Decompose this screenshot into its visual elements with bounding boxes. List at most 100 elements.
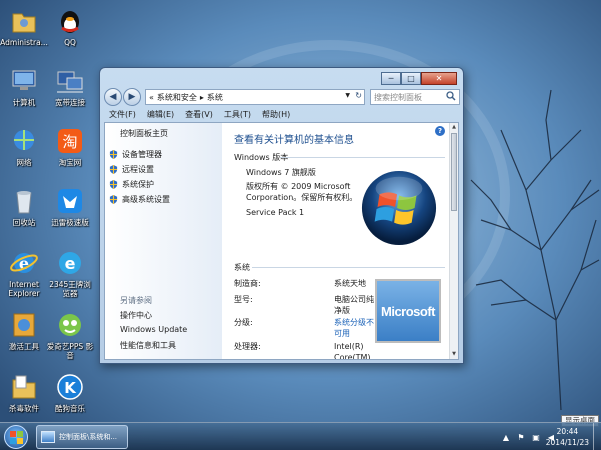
windows-start-icon xyxy=(10,431,23,444)
desktop-icon-antivirus[interactable]: 杀毒软件 xyxy=(0,372,50,413)
task-system-protection[interactable]: 系统保护 xyxy=(109,179,154,190)
menu-help[interactable]: 帮助(H) xyxy=(262,108,290,122)
desktop-icon-network[interactable]: 网络 xyxy=(0,126,50,167)
minimize-button[interactable]: ─ xyxy=(381,72,401,85)
desktop-icon-2345-browser[interactable]: e 2345王牌浏 览器 xyxy=(44,248,96,298)
see-also-performance[interactable]: 性能信息和工具 xyxy=(120,340,176,351)
task-label: 设备管理器 xyxy=(122,150,162,159)
user-folder-icon xyxy=(12,13,36,33)
divider xyxy=(252,267,445,268)
see-also-action-center[interactable]: 操作中心 xyxy=(120,310,152,321)
desktop-icon-activation-tool[interactable]: 激活工具 xyxy=(0,310,50,351)
shield-icon xyxy=(109,180,118,189)
desktop-icon-recycle-bin[interactable]: 回收站 xyxy=(0,186,50,227)
svg-text:e: e xyxy=(65,254,76,273)
flag-icon[interactable]: ⚑ xyxy=(516,432,526,442)
menu-tools[interactable]: 工具(T) xyxy=(224,108,251,122)
menu-view[interactable]: 查看(V) xyxy=(185,108,213,122)
network-icon xyxy=(14,130,34,150)
desktop-icon-xunlei[interactable]: 迅雷极速版 xyxy=(44,186,96,227)
model-label: 型号: xyxy=(234,295,253,304)
show-desktop-button[interactable] xyxy=(593,423,601,450)
help-icon[interactable]: ? xyxy=(435,126,445,136)
tray-expand-icon[interactable]: ▲ xyxy=(501,432,511,442)
task-remote-settings[interactable]: 远程设置 xyxy=(109,164,154,175)
system-section-heading: 系统 xyxy=(234,263,250,272)
desktop-icon-label: 计算机 xyxy=(12,98,36,107)
copyright-text: 版权所有 © 2009 Microsoft Corporation。保留所有权利… xyxy=(246,182,358,202)
task-label: 系统保护 xyxy=(122,180,154,189)
qq-penguin-icon xyxy=(61,11,79,33)
control-panel-icon xyxy=(41,431,55,443)
rating-link[interactable]: 系统分级不 可用 xyxy=(334,317,374,339)
menu-edit[interactable]: 编辑(E) xyxy=(147,108,174,122)
desktop-icon-label: 激活工具 xyxy=(9,342,39,351)
scroll-down-icon[interactable]: ▼ xyxy=(450,350,458,359)
task-advanced-settings[interactable]: 高级系统设置 xyxy=(109,194,170,205)
breadcrumb-system[interactable]: 系统 xyxy=(207,92,223,103)
desktop-icon-internet-explorer[interactable]: e Internet Explorer xyxy=(0,248,50,298)
menu-file[interactable]: 文件(F) xyxy=(109,108,136,122)
clock[interactable]: 20:44 2014/11/23 xyxy=(546,426,589,448)
recycle-bin-icon xyxy=(16,191,32,214)
desktop-icon-administrator[interactable]: Administra... xyxy=(0,6,50,47)
refresh-icon[interactable]: ↻ xyxy=(355,91,362,100)
desktop-icon-label: 杀毒软件 xyxy=(9,404,39,413)
system-window: ─ □ ✕ ◀ ▶ « 系统和安全 ▸ 系统 ▼ ↻ 搜索控制面板 文件(F) … xyxy=(99,67,464,364)
desktop-icon-qq[interactable]: QQ xyxy=(44,6,96,47)
desktop-icon-label: 淘宝网 xyxy=(58,158,82,167)
desktop-icon-label: 回收站 xyxy=(12,218,36,227)
see-also-windows-update[interactable]: Windows Update xyxy=(120,325,187,334)
processor-label: 处理器: xyxy=(234,342,261,351)
start-button[interactable] xyxy=(4,425,28,449)
oem-logo-text: Microsoft xyxy=(381,303,436,319)
scroll-thumb[interactable] xyxy=(451,133,457,211)
task-label: 远程设置 xyxy=(122,165,154,174)
vertical-scrollbar[interactable]: ▲ ▼ xyxy=(449,123,458,359)
shield-icon xyxy=(109,195,118,204)
shield-icon xyxy=(109,150,118,159)
processor-value: Intel(R) Core(TM) xyxy=(334,342,371,360)
desktop-icon-label: 酷狗音乐 xyxy=(55,404,85,413)
back-button[interactable]: ◀ xyxy=(104,88,122,106)
desktop-icon-broadband[interactable]: 宽带连接 xyxy=(44,66,96,107)
address-dropdown-icon[interactable]: ▼ xyxy=(345,92,350,99)
desktop-icon-computer[interactable]: 计算机 xyxy=(0,66,50,107)
caption-buttons: ─ □ ✕ xyxy=(381,72,457,85)
breadcrumb-separator-icon[interactable]: ▸ xyxy=(200,93,204,102)
desktop-icon-label: Internet Explorer xyxy=(8,280,40,298)
windows-edition: Windows 7 旗舰版 xyxy=(246,168,316,177)
oem-logo: Microsoft xyxy=(375,279,441,343)
broadband-connection-icon xyxy=(57,71,83,93)
computer-icon xyxy=(12,70,36,90)
main-pane: ? 查看有关计算机的基本信息 Windows 版本 Windows 7 旗舰版 … xyxy=(222,123,449,359)
antivirus-folder-icon xyxy=(12,375,36,399)
close-button[interactable]: ✕ xyxy=(421,72,457,85)
address-overflow-icon[interactable]: « xyxy=(149,93,154,102)
desktop-icon-iqiyi-pps[interactable]: 爱奇艺PPS 影 音 xyxy=(44,310,96,360)
breadcrumb-system-security[interactable]: 系统和安全 xyxy=(157,92,197,103)
browser-2345-icon: e xyxy=(59,252,81,274)
control-panel-home-link[interactable]: 控制面板主页 xyxy=(120,128,168,139)
search-input[interactable]: 搜索控制面板 xyxy=(370,89,460,105)
forward-button[interactable]: ▶ xyxy=(123,88,141,106)
navigation-bar: ◀ ▶ « 系统和安全 ▸ 系统 ▼ ↻ 搜索控制面板 xyxy=(104,86,460,108)
page-title: 查看有关计算机的基本信息 xyxy=(234,135,354,146)
rating-label: 分级: xyxy=(234,318,253,327)
clock-time: 20:44 xyxy=(556,427,579,436)
desktop-icon-label: 迅雷极速版 xyxy=(51,218,89,227)
task-device-manager[interactable]: 设备管理器 xyxy=(109,149,162,160)
address-bar[interactable]: « 系统和安全 ▸ 系统 ▼ ↻ xyxy=(145,89,365,105)
desktop-icon-label: 宽带连接 xyxy=(55,98,85,107)
scroll-up-icon[interactable]: ▲ xyxy=(450,123,458,132)
see-also-heading: 另请参阅 xyxy=(120,296,152,305)
search-icon[interactable] xyxy=(446,91,456,101)
taskbar-item-control-panel[interactable]: 控制面板\系统和... xyxy=(36,425,128,449)
windows-logo-icon xyxy=(361,170,437,246)
network-tray-icon[interactable]: ▣ xyxy=(531,432,541,442)
desktop-icon-taobao[interactable]: 淘 淘宝网 xyxy=(44,126,96,167)
maximize-button[interactable]: □ xyxy=(401,72,421,85)
task-label: 高级系统设置 xyxy=(122,195,170,204)
model-value: 电脑公司纯 净版 xyxy=(334,295,374,315)
desktop-icon-kugou[interactable]: K 酷狗音乐 xyxy=(44,372,96,413)
